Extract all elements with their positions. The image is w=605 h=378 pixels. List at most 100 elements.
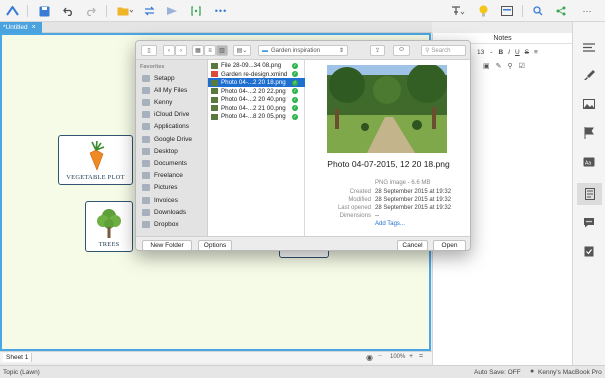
tab-close-icon[interactable]: ×: [32, 24, 36, 31]
xmind-logo-icon[interactable]: [5, 4, 19, 18]
list-view-icon[interactable]: ≡: [204, 45, 216, 56]
last-opened-label: Last opened: [337, 205, 371, 211]
favorites-sidebar: Favorites Setapp All My Files Kenny iCloud …: [136, 60, 208, 236]
topic-vegetable-plot[interactable]: VEGETABLE PLOT: [58, 135, 133, 185]
sidebar-item-invoices[interactable]: Invoices: [142, 194, 178, 206]
more-options-icon[interactable]: ⋯: [578, 4, 596, 18]
options-button[interactable]: Options: [198, 240, 232, 250]
brush-icon[interactable]: [582, 68, 596, 82]
cancel-button[interactable]: Cancel: [397, 240, 428, 250]
align-icon[interactable]: ≡: [534, 49, 538, 56]
marker-flag-icon[interactable]: [582, 126, 596, 140]
strikethrough-button[interactable]: S: [525, 49, 529, 56]
sidebar-item-kenny[interactable]: Kenny: [142, 96, 172, 108]
sidebar-item-desktop[interactable]: Desktop: [142, 145, 178, 157]
sidebar-item-label: Kenny: [154, 98, 173, 106]
image-insert-icon[interactable]: ▣: [483, 62, 490, 70]
icon-view-icon[interactable]: ▦: [192, 45, 204, 56]
user-name: Kenny's MacBook Pro: [538, 369, 602, 376]
sidebar-toggle-icon[interactable]: ▯: [141, 45, 157, 56]
google-drive-icon: [142, 135, 150, 143]
topic-trees[interactable]: TREES: [85, 201, 133, 252]
boundary-icon[interactable]: [189, 4, 203, 18]
underline-button[interactable]: U: [515, 49, 520, 56]
autosave-status[interactable]: Auto Save: OFF: [474, 369, 521, 376]
more-icon[interactable]: •••: [211, 4, 231, 18]
sidebar-item-documents[interactable]: Documents: [142, 157, 187, 169]
sheet-tab[interactable]: Sheet 1: [3, 353, 33, 362]
sidebar-item-google-drive[interactable]: Google Drive: [142, 133, 192, 145]
sticker-icon[interactable]: Aa: [582, 155, 596, 169]
invoices-icon: [142, 196, 150, 204]
image-icon[interactable]: [582, 97, 596, 111]
forward-icon[interactable]: ›: [175, 45, 187, 56]
sidebar-item-all-my-files[interactable]: All My Files: [142, 84, 187, 96]
sidebar-item-label: Documents: [154, 159, 187, 167]
share-action-icon[interactable]: ⇪: [370, 45, 385, 56]
image-file-icon: [211, 62, 218, 69]
sidebar-item-freelance[interactable]: Freelance: [142, 170, 183, 182]
sidebar-item-downloads[interactable]: Downloads: [142, 206, 186, 218]
task-icon[interactable]: [582, 244, 596, 258]
sidebar-item-dropbox[interactable]: Dropbox: [142, 218, 179, 230]
tag-icon[interactable]: ⬭: [393, 45, 410, 56]
search-icon[interactable]: [531, 4, 545, 18]
font-size-chevron-icon[interactable]: ⌄: [489, 49, 493, 55]
image-file-icon: [211, 105, 218, 111]
insert-folder-icon[interactable]: [116, 4, 134, 18]
undo-icon[interactable]: [61, 4, 75, 18]
image-file-icon: [211, 79, 218, 86]
synced-check-icon: ✓: [292, 88, 298, 94]
font-size-value[interactable]: 13: [477, 49, 484, 56]
outliner-icon[interactable]: [450, 4, 466, 18]
documents-icon: [142, 159, 150, 167]
folder-select[interactable]: ▬ Garden inspiration ⇕: [258, 45, 348, 56]
eye-icon[interactable]: ◉: [366, 353, 373, 362]
topic-label: VEGETABLE PLOT: [66, 174, 125, 181]
zoom-out-icon[interactable]: −: [378, 353, 382, 360]
bold-button[interactable]: B: [498, 49, 503, 56]
column-view-icon[interactable]: ▥: [216, 45, 228, 56]
sidebar-item-pictures[interactable]: Pictures: [142, 182, 177, 194]
chevron-updown-icon: ⇕: [338, 48, 344, 54]
user-icon: ●: [530, 368, 535, 375]
checklist-icon[interactable]: ☑: [519, 62, 525, 70]
gallery-view-icon[interactable]: ▤⌄: [233, 45, 251, 56]
summary-icon[interactable]: [165, 4, 179, 18]
sidebar-item-icloud-drive[interactable]: iCloud Drive: [142, 109, 189, 121]
back-icon[interactable]: ‹: [163, 45, 175, 56]
file-row[interactable]: Photo 04-...8 20 05.png ✓: [208, 112, 305, 121]
comment-icon[interactable]: [582, 215, 596, 229]
carrot-icon: [89, 141, 104, 171]
redo-icon[interactable]: [83, 4, 97, 18]
dialog-search-icon: ⚲: [425, 48, 430, 54]
link-icon[interactable]: ⚲: [508, 62, 513, 70]
lightbulb-icon[interactable]: [476, 4, 490, 18]
edit-icon[interactable]: ✎: [496, 62, 502, 70]
modified-value: 28 September 2015 at 19:32: [375, 197, 452, 203]
relationship-icon[interactable]: [142, 4, 156, 18]
new-folder-button[interactable]: New Folder: [142, 240, 192, 250]
sidebar-item-label: Applications: [154, 123, 190, 131]
sidebar-item-setapp[interactable]: Setapp: [142, 72, 175, 84]
sidebar-item-label: Freelance: [154, 172, 183, 180]
search-field[interactable]: ⚲ Search: [421, 45, 466, 56]
list-format-icon[interactable]: [582, 40, 596, 54]
sidebar-item-label: Dropbox: [154, 220, 179, 228]
tab-untitled[interactable]: *Untitled ×: [0, 22, 42, 33]
fit-icon[interactable]: =: [419, 353, 423, 360]
share-icon[interactable]: [554, 4, 568, 18]
italic-button[interactable]: I: [508, 49, 510, 56]
save-icon[interactable]: [37, 4, 51, 18]
sidebar-item-label: Pictures: [154, 184, 178, 192]
zoom-in-icon[interactable]: +: [409, 353, 413, 360]
presentation-icon[interactable]: [500, 4, 514, 18]
add-tags-link[interactable]: Add Tags...: [375, 221, 405, 227]
open-button[interactable]: Open: [433, 240, 466, 250]
sidebar-item-applications[interactable]: Applications: [142, 121, 189, 133]
status-topic: Topic (Lawn): [3, 369, 40, 376]
notes-tab-icon[interactable]: [577, 183, 602, 205]
synced-check-icon: ✓: [292, 79, 298, 86]
main-toolbar: ••• ⋯: [0, 0, 605, 22]
file-kind: PNG image - 6.6 MB: [375, 180, 431, 186]
